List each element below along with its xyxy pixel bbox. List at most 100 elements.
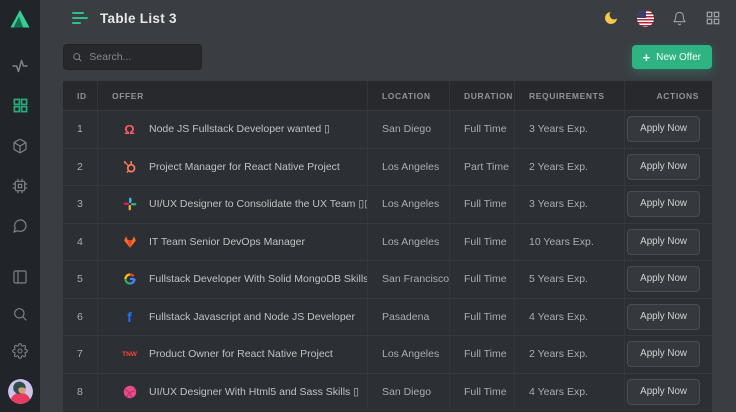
tnw-logo-icon: TNW [122,347,137,362]
row-duration: Full Time [450,186,515,223]
table-row: 8 UI/UX Designer With Html5 and Sass Ski… [63,373,712,411]
airbnb-logo-icon: Ω [122,122,137,137]
offer-title: Fullstack Javascript and Node JS Develop… [149,311,355,323]
row-id: 7 [63,336,98,373]
moon-icon[interactable] [602,9,620,27]
dribbble-logo-icon [122,384,137,399]
gitlab-logo-icon [122,234,137,249]
row-id: 3 [63,186,98,223]
apply-now-button[interactable]: Apply Now [627,116,700,142]
row-duration: Full Time [450,336,515,373]
row-location: Los Angeles [368,186,450,223]
col-header-requirements: REQUIREMENTS [515,81,625,110]
offer-title: Product Owner for React Native Project [149,348,333,360]
row-requirements: 4 Years Exp. [515,299,625,336]
sidebar-nav [12,57,29,234]
offer-title: Project Manager for React Native Project [149,161,340,173]
apply-now-button[interactable]: Apply Now [627,191,700,217]
row-location: San Diego [368,111,450,148]
search-icon[interactable] [12,305,29,322]
row-location: Los Angeles [368,336,450,373]
sidebar [0,0,40,412]
dashboard-grid-icon[interactable] [12,97,29,114]
row-requirements: 10 Years Exp. [515,224,625,261]
offers-table: ID OFFER LOCATION DURATION REQUIREMENTS … [63,81,712,412]
offer-title: IT Team Senior DevOps Manager [149,236,305,248]
bell-icon[interactable] [670,9,688,27]
hubspot-logo-icon [122,159,137,174]
offer-title: Node JS Fullstack Developer wanted ▯ [149,123,330,135]
hamburger-menu-icon[interactable] [72,12,88,24]
user-avatar[interactable] [8,379,33,404]
activity-icon[interactable] [12,57,29,74]
row-location: Pasadena [368,299,450,336]
row-id: 6 [63,299,98,336]
table-row: 5 Fullstack Developer With Solid MongoDB… [63,260,712,298]
facebook-logo-icon: f [122,309,137,324]
offer-title: UI/UX Designer to Consolidate the UX Tea… [149,198,368,210]
apply-now-button[interactable]: Apply Now [627,379,700,405]
settings-gear-icon[interactable] [12,342,29,359]
google-logo-icon [122,272,137,287]
col-header-duration: DURATION [450,81,515,110]
col-header-actions: ACTIONS [625,81,712,110]
app-logo[interactable] [8,7,32,36]
search-input[interactable] [89,51,193,63]
apply-now-button[interactable]: Apply Now [627,229,700,255]
search-input-icon [72,51,82,63]
row-requirements: 2 Years Exp. [515,149,625,186]
table-header-row: ID OFFER LOCATION DURATION REQUIREMENTS … [63,81,712,110]
chat-bubble-icon[interactable] [12,217,29,234]
sidebar-bottom-nav [8,268,33,412]
row-requirements: 3 Years Exp. [515,186,625,223]
row-requirements: 5 Years Exp. [515,261,625,298]
table-row: 1 Ω Node JS Fullstack Developer wanted ▯… [63,110,712,148]
layout-sidebar-icon[interactable] [12,268,29,285]
row-requirements: 3 Years Exp. [515,111,625,148]
offer-title: Fullstack Developer With Solid MongoDB S… [149,273,368,285]
row-location: San Diego [368,374,450,411]
row-duration: Part Time [450,149,515,186]
row-duration: Full Time [450,224,515,261]
table-row: 4 IT Team Senior DevOps Manager Los Ange… [63,223,712,261]
apps-grid-icon[interactable] [704,9,722,27]
apply-now-button[interactable]: Apply Now [627,266,700,292]
us-flag-icon[interactable] [636,9,654,27]
apply-now-button[interactable]: Apply Now [627,304,700,330]
slack-logo-icon [122,197,137,212]
col-header-id: ID [63,81,98,110]
toolbar: + New Offer [40,36,736,70]
col-header-location: LOCATION [368,81,450,110]
row-requirements: 4 Years Exp. [515,374,625,411]
new-offer-button[interactable]: + New Offer [632,45,712,69]
row-location: San Francisco [368,261,450,298]
table-row: 3 UI/UX Designer to Consolidate the UX T… [63,185,712,223]
apply-now-button[interactable]: Apply Now [627,154,700,180]
row-requirements: 2 Years Exp. [515,336,625,373]
row-id: 4 [63,224,98,261]
col-header-offer: OFFER [98,81,368,110]
main-area: Table List 3 [40,0,736,412]
row-id: 8 [63,374,98,411]
row-id: 2 [63,149,98,186]
row-id: 5 [63,261,98,298]
page-title: Table List 3 [100,11,177,26]
row-duration: Full Time [450,111,515,148]
row-location: Los Angeles [368,149,450,186]
row-id: 1 [63,111,98,148]
top-navbar: Table List 3 [40,0,736,36]
plus-icon: + [643,51,651,64]
apply-now-button[interactable]: Apply Now [627,341,700,367]
box-icon[interactable] [12,137,29,154]
table-row: 6 f Fullstack Javascript and Node JS Dev… [63,298,712,336]
topbar-icons [602,9,722,27]
cpu-icon[interactable] [12,177,29,194]
new-offer-label: New Offer [656,52,701,63]
offer-title: UI/UX Designer With Html5 and Sass Skill… [149,386,359,398]
table-row: 7 TNW Product Owner for React Native Pro… [63,335,712,373]
search-box[interactable] [63,44,202,70]
row-location: Los Angeles [368,224,450,261]
table-row: 2 Project Manager for React Native Proje… [63,148,712,186]
row-duration: Full Time [450,299,515,336]
row-duration: Full Time [450,261,515,298]
